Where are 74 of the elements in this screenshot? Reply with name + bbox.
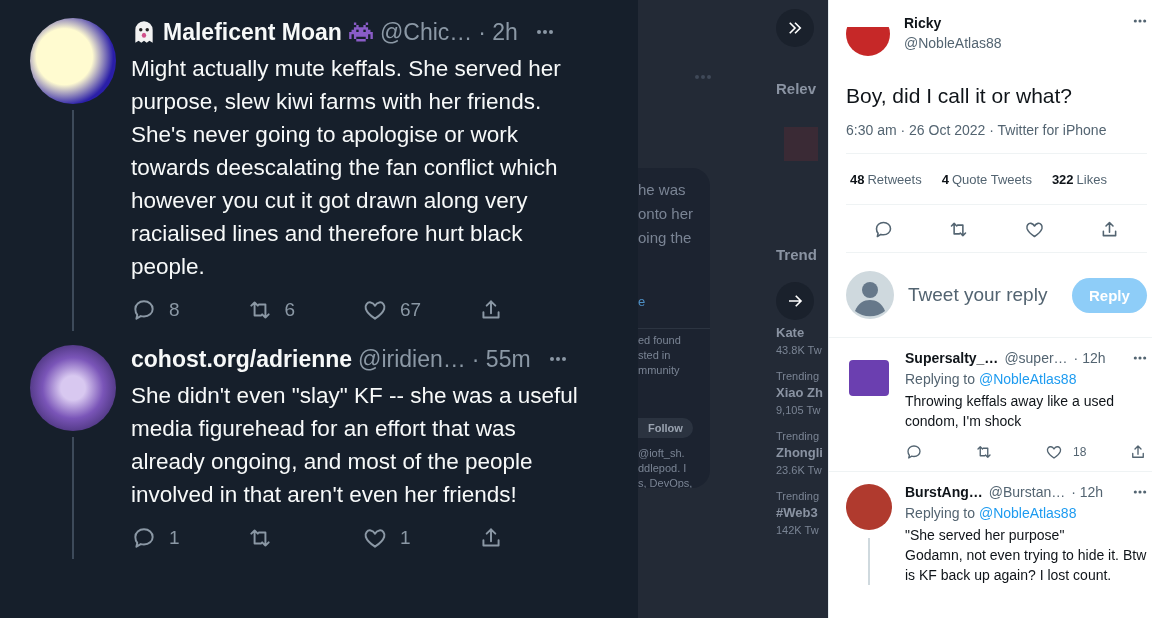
reply-text: "She served her purpose" Godamn, not even trying to hide it. Btw is KF back up again? I lost count. <box>905 526 1147 585</box>
user-handle[interactable]: @iridien… <box>358 345 466 373</box>
profile-text: mmunity <box>638 363 681 378</box>
trend-category: Trending <box>776 490 820 502</box>
display-name[interactable]: BurstAng… <box>905 484 983 500</box>
trend-topic[interactable]: Zhongli <box>776 445 828 460</box>
like-count: 18 <box>1073 445 1087 459</box>
like-count: 67 <box>400 299 422 321</box>
alien-monster-icon <box>347 22 374 42</box>
trend-category: Trending <box>776 430 820 442</box>
tweet-text: She didn't even "slay" KF -- she was a useful media figurehead for an effort that was already ongoing, and most of the people involved in that aren't even her friends! <box>131 382 579 509</box>
user-silhouette-icon <box>846 271 894 319</box>
tweet-time: · 12h <box>1071 484 1104 500</box>
reply-text: Throwing keffals away like a used condom, I'm shock <box>905 392 1116 431</box>
stat-count[interactable]: 4 <box>941 172 949 187</box>
forward-button[interactable] <box>776 282 814 320</box>
display-name[interactable]: cohost.org/adrienne <box>131 345 353 373</box>
like-count: 1 <box>400 527 411 549</box>
replying-to-label: Replying to <box>905 505 976 521</box>
section-heading: Trend <box>776 246 818 263</box>
tweet-time: · 55m <box>471 345 531 373</box>
double-chevron-icon <box>786 19 804 37</box>
follow-button[interactable]: Follow <box>638 418 693 438</box>
trend-count: 9,105 Tw <box>776 404 822 416</box>
section-heading: Relev <box>776 80 818 97</box>
trend-count: 43.8K Tw <box>776 344 823 356</box>
tweet-time: · 12h <box>1073 350 1106 366</box>
retweet-icon[interactable] <box>975 443 993 461</box>
trend-topic[interactable]: Kate <box>776 325 828 340</box>
reply-count: 8 <box>169 299 180 321</box>
replying-to-label: Replying to <box>905 371 976 387</box>
user-handle[interactable]: @Chic… <box>379 18 473 46</box>
stat-label[interactable]: Likes <box>1076 172 1107 187</box>
user-handle[interactable]: @Burstan… <box>988 484 1066 500</box>
more-icon[interactable] <box>535 29 554 35</box>
like-icon[interactable] <box>1045 443 1063 461</box>
more-icon[interactable] <box>548 356 567 362</box>
trend-topic[interactable]: Xiao Zh <box>776 385 828 400</box>
card-text: onto her <box>638 204 695 224</box>
tweet-text: Might actually mute keffals. She served her purpose, slew kiwi farms with her friends. She's never going to apologise or work towards deescalating the fan conflict which however you cut it got drawn along very racialised lines and therefore hurt black people. <box>131 55 562 281</box>
trend-topic[interactable]: #Web3 <box>776 505 828 520</box>
bio-text: @ioft_sh. <box>638 446 686 461</box>
reply-count: 1 <box>169 527 180 549</box>
bio-text: ddlepod. I <box>638 461 688 476</box>
reply-icon[interactable] <box>131 525 157 551</box>
display-name[interactable]: Supersalty_… <box>905 350 999 366</box>
stat-label[interactable]: Retweets <box>867 172 922 187</box>
tweet-text: Boy, did I call it or what? <box>846 84 1074 108</box>
collapse-button[interactable] <box>776 9 814 47</box>
more-icon[interactable] <box>1132 355 1147 361</box>
arrow-right-icon <box>786 292 804 310</box>
avatar[interactable] <box>846 484 892 530</box>
reply-icon[interactable] <box>131 297 157 323</box>
user-handle[interactable]: @NobleAtlas88 <box>904 35 1119 51</box>
more-icon[interactable] <box>1132 489 1147 495</box>
tweet-time: · 2h <box>478 18 518 46</box>
user-handle[interactable]: @super… <box>1004 350 1068 366</box>
stat-count[interactable]: 322 <box>1051 172 1074 187</box>
trend-count: 23.6K Tw <box>776 464 823 476</box>
profile-text: ed found <box>638 333 682 348</box>
retweet-count: 6 <box>284 299 296 321</box>
stat-label[interactable]: Quote Tweets <box>951 172 1032 187</box>
card-link[interactable]: e <box>638 294 710 309</box>
trend-count: 142K Tw <box>776 524 820 536</box>
display-name[interactable]: Ricky <box>904 15 1119 31</box>
trend-category: Trending <box>776 370 820 382</box>
profile-text: sted in <box>638 348 672 363</box>
stat-count[interactable]: 48 <box>850 172 865 187</box>
card-text: oing the <box>638 228 693 248</box>
card-text: he was <box>638 180 687 200</box>
more-icon[interactable] <box>1132 18 1147 24</box>
reply-icon[interactable] <box>905 443 923 461</box>
display-name[interactable]: Maleficent Moan <box>163 18 342 46</box>
tweet-timestamp: 6:30 am · 26 Oct 2022 · Twitter for iPhone <box>846 122 1147 154</box>
